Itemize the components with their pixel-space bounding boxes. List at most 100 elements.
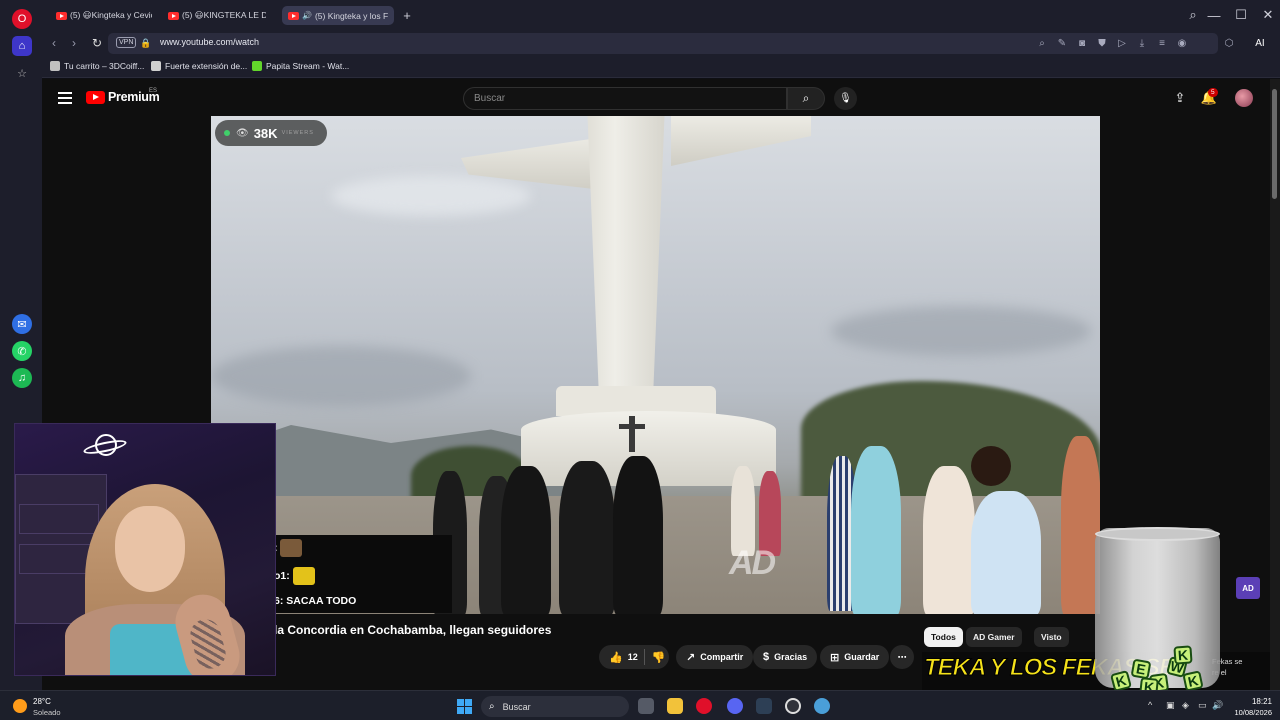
file-explorer-icon[interactable]: [667, 698, 683, 714]
tray-app-icon[interactable]: ◈: [1182, 700, 1189, 711]
tray-app-icon[interactable]: ▣: [1166, 700, 1175, 711]
aria-ai-button[interactable]: AI: [1246, 36, 1274, 50]
tab-bar: (5) 😃Kingteka y Ceviche (5) 😃KINGTEKA LE…: [42, 0, 1280, 30]
volume-icon[interactable]: 🔊: [1212, 700, 1223, 711]
download-icon[interactable]: ⤓: [1135, 36, 1149, 50]
youtube-favicon-icon: [56, 11, 67, 20]
scrollbar[interactable]: [1270, 79, 1280, 690]
settings-gear-icon[interactable]: [814, 698, 830, 714]
thanks-button[interactable]: $ Gracias: [753, 645, 818, 669]
taskbar-search[interactable]: ⌕ Buscar: [481, 696, 629, 717]
battery-icon[interactable]: ▭: [1198, 700, 1207, 711]
windows-start-icon[interactable]: [457, 699, 472, 714]
bookmark-fuerte-extension[interactable]: Fuerte extensión de...: [151, 61, 247, 71]
emote-letter: E: [1130, 658, 1152, 680]
ai-label: AI: [1255, 37, 1265, 49]
bookmark-papita-stream[interactable]: Papita Stream - Wat...: [252, 61, 349, 71]
task-view-icon[interactable]: [638, 698, 654, 714]
search-icon: ⌕: [489, 701, 495, 712]
cloud: [831, 306, 1091, 356]
spotify-icon[interactable]: ♫: [12, 368, 32, 388]
maximize-icon[interactable]: ☐: [1232, 6, 1250, 24]
bookmarks-bar: Tu carrito – 3DCoiff... Fuerte extensión…: [42, 56, 1280, 78]
dislike-icon[interactable]: 👎: [652, 651, 666, 664]
voice-search-button[interactable]: 🎙: [834, 87, 857, 110]
app-icon[interactable]: [756, 698, 772, 714]
like-count[interactable]: 12: [628, 652, 638, 662]
chevron-up-icon[interactable]: ^: [1148, 700, 1152, 710]
menu-icon[interactable]: ≡: [1155, 36, 1169, 50]
channel-avatar-badge[interactable]: AD: [1236, 577, 1260, 599]
bookmark-label: Fuerte extensión de...: [165, 61, 248, 71]
taskbar-search-label: Buscar: [502, 701, 531, 712]
close-icon[interactable]: ✕: [1259, 6, 1277, 24]
like-icon[interactable]: 👍: [609, 651, 623, 664]
reload-icon[interactable]: ↻: [89, 35, 105, 51]
tab-label: (5) 😃KINGTEKA LE DA LA: [182, 10, 266, 20]
discord-icon[interactable]: [727, 698, 743, 714]
share-button[interactable]: ↗ Compartir: [676, 645, 754, 669]
clock-time[interactable]: 18:21: [1230, 697, 1272, 706]
camera-icon[interactable]: ◙: [1075, 36, 1089, 50]
viewers-label: VIEWERS: [281, 130, 314, 136]
eye-icon: 👁: [236, 127, 249, 139]
emote-icon: [292, 567, 315, 585]
bookmark-3dcoiff[interactable]: Tu carrito – 3DCoiff...: [50, 61, 144, 71]
zoom-icon[interactable]: ⌕: [1035, 36, 1049, 50]
opera-logo-icon[interactable]: O: [12, 9, 32, 29]
weather-condition[interactable]: Soleado: [33, 708, 61, 717]
chip-ad-gamer[interactable]: AD Gamer: [966, 627, 1022, 647]
search-input[interactable]: [464, 88, 786, 109]
vpn-badge[interactable]: VPN: [116, 37, 137, 48]
chat-text: SACAA TODO: [286, 595, 357, 607]
emote-icon: [280, 539, 303, 557]
speaker-icon[interactable]: 🔊: [302, 11, 312, 20]
cup-rim: [1095, 527, 1220, 541]
upload-icon[interactable]: ⇪: [1171, 89, 1189, 107]
divider: [644, 649, 645, 665]
tab-kingteka-fekas[interactable]: 🔊 (5) Kingteka y los FEK: [282, 6, 394, 25]
profile-icon[interactable]: ◉: [1175, 36, 1189, 50]
obs-icon[interactable]: [785, 698, 801, 714]
video-title: la Concordia en Cochabamba, llegan segui…: [274, 623, 552, 637]
save-button[interactable]: ⊞ Guardar: [820, 645, 890, 669]
extensions-icon[interactable]: ⬡: [1222, 36, 1236, 50]
edit-icon[interactable]: ✎: [1055, 36, 1069, 50]
chip-todos[interactable]: Todos: [924, 627, 963, 647]
weather-temperature[interactable]: 28°C: [33, 697, 51, 706]
search-tabs-icon[interactable]: ⌕: [1184, 6, 1202, 24]
opera-icon[interactable]: [696, 698, 712, 714]
tab-kingteka-ceviche[interactable]: (5) 😃Kingteka y Ceviche: [50, 6, 158, 25]
star-icon[interactable]: ☆: [12, 63, 32, 83]
thanks-icon: $: [763, 651, 770, 663]
url-field[interactable]: [108, 33, 1218, 54]
new-tab-button[interactable]: +: [398, 6, 416, 24]
minimize-icon[interactable]: —: [1205, 6, 1223, 24]
youtube-favicon-icon: [168, 11, 179, 20]
cross-icon: [619, 416, 645, 452]
menu-icon[interactable]: [58, 92, 72, 104]
bookmark-label: Papita Stream - Wat...: [266, 61, 350, 71]
share-icon: ↗: [686, 651, 696, 664]
cloud: [331, 176, 531, 216]
back-icon[interactable]: ‹: [46, 35, 62, 51]
tab-kingteka-le-da[interactable]: (5) 😃KINGTEKA LE DA LA: [162, 6, 272, 25]
sun-icon[interactable]: [13, 699, 27, 713]
url-text[interactable]: www.youtube.com/watch: [160, 37, 259, 47]
scroll-thumb[interactable]: [1272, 89, 1277, 199]
adblock-icon[interactable]: ⛊: [1095, 36, 1109, 50]
whatsapp-icon[interactable]: ✆: [12, 341, 32, 361]
stream-chat-overlay: : o1: 6: SACAA TODO: [272, 535, 452, 613]
lock-icon[interactable]: 🔒: [138, 35, 154, 51]
emote-letter: K: [1182, 670, 1204, 692]
play-icon[interactable]: ▷: [1115, 36, 1129, 50]
search-button[interactable]: ⌕: [787, 87, 825, 110]
forward-icon[interactable]: ›: [66, 35, 82, 51]
live-dot: [224, 130, 230, 136]
more-actions-button[interactable]: ⋯: [890, 645, 914, 669]
clock-date[interactable]: 10/08/2026: [1226, 708, 1272, 717]
chip-visto[interactable]: Visto: [1034, 627, 1069, 647]
avatar[interactable]: [1235, 89, 1253, 107]
messenger-icon[interactable]: ✉: [12, 314, 32, 334]
home-icon[interactable]: ⌂: [12, 36, 32, 56]
